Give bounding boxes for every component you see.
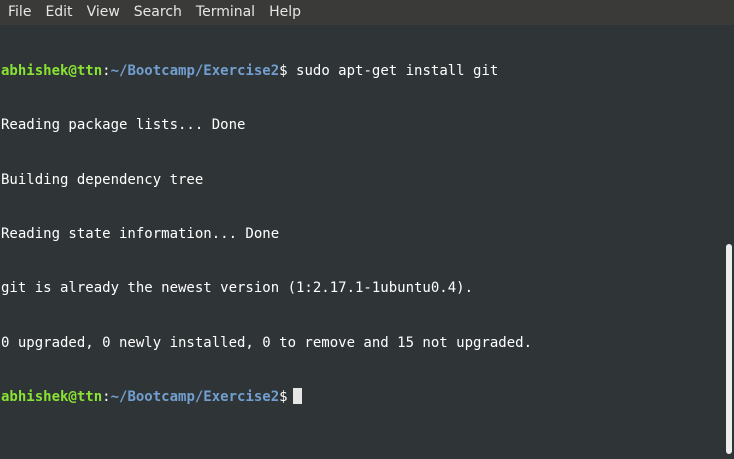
prompt-path: ~/Bootcamp/Exercise2: [110, 388, 280, 405]
prompt-path: ~/Bootcamp/Exercise2: [110, 63, 280, 80]
menu-edit[interactable]: Edit: [37, 0, 78, 25]
prompt-colon: :: [102, 388, 111, 405]
prompt-dollar: $: [279, 63, 288, 80]
menu-help[interactable]: Help: [261, 0, 307, 25]
output-line: 0 upgraded, 0 newly installed, 0 to remo…: [1, 334, 533, 351]
output-line: Reading package lists... Done: [1, 117, 246, 134]
menu-view[interactable]: View: [79, 0, 126, 25]
prompt-user-host: abhishek@ttn: [1, 63, 103, 80]
current-prompt-line[interactable]: abhishek@ttn:~/Bootcamp/Exercise2$: [1, 387, 719, 406]
scrollbar-thumb[interactable]: [726, 244, 732, 454]
menu-search[interactable]: Search: [126, 0, 188, 25]
prompt-user-host: abhishek@ttn: [1, 388, 103, 405]
prompt-dollar: $: [279, 388, 288, 405]
text-cursor: [292, 387, 302, 404]
menu-file[interactable]: File: [0, 0, 37, 25]
terminal-output[interactable]: abhishek@ttn:~/Bootcamp/Exercise2$ sudo …: [1, 26, 719, 459]
command-line: abhishek@ttn:~/Bootcamp/Exercise2$ sudo …: [1, 62, 719, 80]
output-line: Building dependency tree: [1, 171, 204, 188]
output-line: Reading state information... Done: [1, 226, 280, 243]
output-line: git is already the newest version (1:2.1…: [1, 280, 474, 297]
prompt-colon: :: [102, 63, 111, 80]
vertical-scrollbar[interactable]: [722, 25, 734, 459]
terminal-window: File Edit View Search Terminal Help abhi…: [0, 0, 734, 459]
menu-bar: File Edit View Search Terminal Help: [0, 0, 734, 25]
command-text: sudo apt-get install git: [287, 63, 499, 80]
menu-terminal[interactable]: Terminal: [188, 0, 261, 25]
